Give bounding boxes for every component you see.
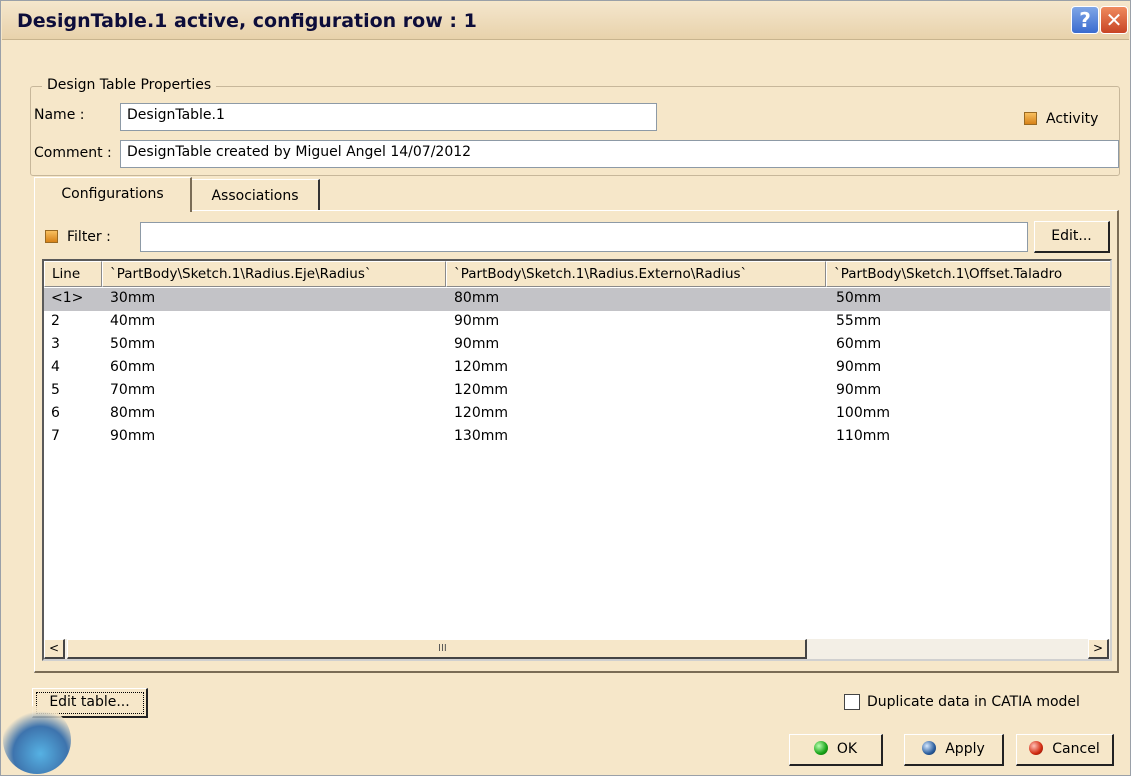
name-field[interactable]: DesignTable.1: [120, 103, 657, 131]
table-cell: 120mm: [454, 359, 508, 375]
filter-checkbox-icon[interactable]: [45, 230, 58, 243]
table-row[interactable]: 3 50mm 90mm 60mm: [44, 334, 1110, 357]
table-cell: 80mm: [110, 405, 156, 421]
table-cell: 50mm: [836, 290, 882, 306]
table-cell: 50mm: [110, 336, 156, 352]
ok-label: OK: [836, 741, 858, 757]
table-cell: 90mm: [110, 428, 156, 444]
column-header-radius-externo[interactable]: `PartBody\Sketch.1\Radius.Externo\Radius…: [446, 261, 826, 287]
filter-edit-button[interactable]: Edit...: [1034, 221, 1110, 253]
ok-green-icon: [813, 741, 828, 755]
table-cell: 80mm: [454, 290, 500, 306]
table-cell: 90mm: [836, 359, 882, 375]
table-cell: 4: [51, 359, 60, 375]
tab-associations-label: Associations: [211, 188, 299, 204]
filter-label: Filter :: [67, 229, 111, 245]
duplicate-checkbox[interactable]: [844, 694, 860, 710]
apply-button[interactable]: Apply: [904, 734, 1004, 766]
scroll-left-button[interactable]: <: [44, 639, 65, 659]
table-row[interactable]: 2 40mm 90mm 55mm: [44, 311, 1110, 334]
table-cell: 60mm: [836, 336, 882, 352]
table-header: Line `PartBody\Sketch.1\Radius.Eje\Radiu…: [44, 261, 1110, 287]
cancel-label: Cancel: [1052, 741, 1100, 757]
table-cell: 90mm: [454, 313, 500, 329]
table-row[interactable]: 6 80mm 120mm 100mm: [44, 403, 1110, 426]
scroll-thumb[interactable]: III: [67, 639, 807, 659]
design-table-dialog: DesignTable.1 active, configuration row …: [0, 0, 1131, 776]
scroll-grip-icon: III: [438, 643, 447, 654]
table-cell: 100mm: [836, 405, 890, 421]
table-row[interactable]: 5 70mm 120mm 90mm: [44, 380, 1110, 403]
table-cell: 120mm: [454, 382, 508, 398]
table-cell: 90mm: [836, 382, 882, 398]
table-row[interactable]: 4 60mm 120mm 90mm: [44, 357, 1110, 380]
table-cell: 7: [51, 428, 60, 444]
table-cell: 70mm: [110, 382, 156, 398]
table-cell: 130mm: [454, 428, 508, 444]
table-cell: 120mm: [454, 405, 508, 421]
table-cell: 3: [51, 336, 60, 352]
duplicate-label: Duplicate data in CATIA model: [867, 694, 1080, 710]
name-label: Name :: [34, 107, 85, 123]
column-header-radius-eje[interactable]: `PartBody\Sketch.1\Radius.Eje\Radius`: [102, 261, 446, 287]
tab-configurations[interactable]: Configurations: [34, 177, 192, 212]
table-cell: 55mm: [836, 313, 882, 329]
apply-label: Apply: [945, 741, 985, 757]
table-row[interactable]: <1> 30mm 80mm 50mm: [44, 288, 1110, 311]
table-cell: 5: [51, 382, 60, 398]
scroll-right-button[interactable]: >: [1088, 639, 1109, 659]
activity-checkbox-icon[interactable]: [1024, 112, 1037, 125]
table-cell: 6: [51, 405, 60, 421]
column-header-offset-taladro[interactable]: `PartBody\Sketch.1\Offset.Taladro: [826, 261, 1110, 287]
table-cell: <1>: [51, 290, 84, 306]
horizontal-scrollbar[interactable]: < III >: [44, 639, 1110, 659]
tab-configurations-label: Configurations: [61, 186, 164, 202]
comment-label: Comment :: [34, 145, 112, 161]
configuration-table: Line `PartBody\Sketch.1\Radius.Eje\Radiu…: [42, 259, 1112, 661]
window-title: DesignTable.1 active, configuration row …: [17, 10, 477, 32]
title-bar: DesignTable.1 active, configuration row …: [2, 2, 1129, 40]
activity-label: Activity: [1046, 111, 1099, 127]
table-cell: 90mm: [454, 336, 500, 352]
close-icon[interactable]: ✕: [1100, 6, 1128, 34]
table-cell: 30mm: [110, 290, 156, 306]
help-icon[interactable]: ?: [1071, 6, 1099, 34]
table-cell: 60mm: [110, 359, 156, 375]
filter-input[interactable]: [140, 222, 1028, 252]
table-cell: 110mm: [836, 428, 890, 444]
table-row[interactable]: 7 90mm 130mm 110mm: [44, 426, 1110, 449]
apply-blue-icon: [922, 741, 937, 755]
cancel-button[interactable]: Cancel: [1016, 734, 1114, 766]
properties-group-label: Design Table Properties: [42, 77, 217, 93]
ok-button[interactable]: OK: [789, 734, 883, 766]
tab-associations[interactable]: Associations: [192, 179, 320, 210]
table-cell: 40mm: [110, 313, 156, 329]
column-header-line[interactable]: Line: [44, 261, 102, 287]
comment-field[interactable]: DesignTable created by Miguel Angel 14/0…: [120, 140, 1119, 168]
cancel-red-icon: [1029, 741, 1044, 755]
catia-logo-icon: [3, 706, 71, 774]
table-cell: 2: [51, 313, 60, 329]
